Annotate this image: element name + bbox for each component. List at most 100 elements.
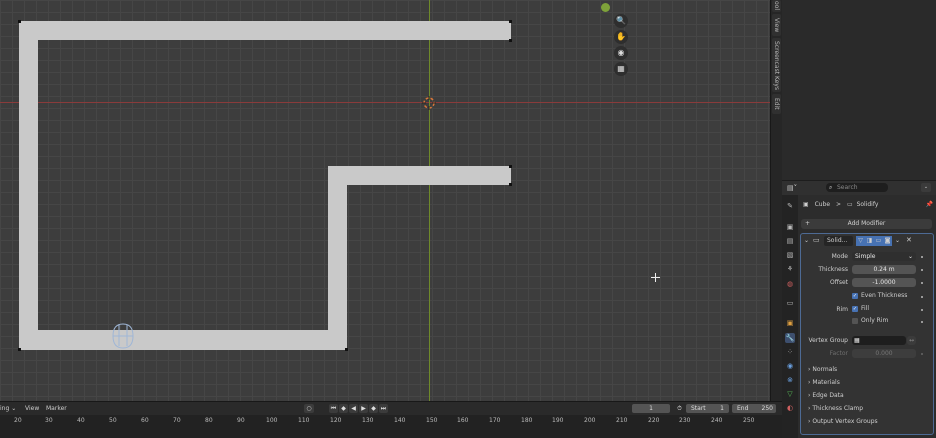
mesh-top-bar[interactable] [19, 21, 511, 40]
panel-normals[interactable]: › Normals [808, 366, 837, 373]
vertex[interactable] [18, 20, 21, 23]
on-cage-icon[interactable]: ▽ [856, 236, 865, 246]
next-keyframe-button[interactable]: ◆ [369, 404, 378, 413]
keyframe-dot[interactable] [921, 321, 923, 323]
mesh-inner-vertical-bar[interactable] [328, 166, 347, 350]
close-icon[interactable]: ✕ [906, 236, 912, 244]
editor-type-icon[interactable]: ▤˅ [787, 184, 797, 192]
vertex[interactable] [509, 20, 512, 23]
3d-cursor[interactable] [422, 96, 436, 110]
add-modifier-button[interactable]: + Add Modifier [801, 219, 932, 229]
frame-tick: 230 [679, 417, 691, 424]
solidify-icon: ▭ [813, 236, 820, 244]
stopwatch-icon[interactable]: ⏱ [675, 404, 684, 413]
tab-screencast-keys[interactable]: Screencast Keys [772, 38, 781, 92]
particles-tab-icon[interactable]: ⁘ [785, 347, 795, 357]
panel-edge-data[interactable]: › Edge Data [808, 392, 844, 399]
vertex[interactable] [345, 348, 348, 351]
playback-menu[interactable]: ing ⌄ [0, 405, 16, 412]
modifier-name-input[interactable]: Solid... [824, 236, 853, 246]
header-dropdown-button[interactable]: ⌄ [921, 183, 931, 192]
material-tab-icon[interactable]: ◐ [785, 403, 795, 413]
record-button[interactable]: ○ [304, 404, 314, 413]
zoom-icon[interactable]: 🔍 [614, 14, 628, 28]
thickness-field[interactable]: 0.24 m [852, 265, 916, 274]
panel-thickness-clamp[interactable]: › Thickness Clamp [808, 405, 863, 412]
object-tab-icon[interactable]: ▣ [785, 318, 795, 328]
edit-mode-icon[interactable]: ◨ [865, 236, 874, 246]
collapse-chevron-icon[interactable]: ⌄ [804, 237, 809, 244]
view-layer-tab-icon[interactable]: ▧ [785, 250, 795, 260]
tab-edit[interactable]: Edit [772, 94, 781, 114]
play-button[interactable]: ▶ [359, 404, 368, 413]
start-value: 1 [720, 405, 724, 412]
view-menu[interactable]: View [25, 405, 39, 412]
offset-field[interactable]: -1.0000 [852, 278, 916, 287]
start-label: Start [691, 405, 706, 412]
factor-field[interactable]: 0.000 [852, 349, 916, 358]
factor-label: Factor [829, 350, 848, 357]
prev-keyframe-button[interactable]: ◆ [339, 404, 348, 413]
tab-view[interactable]: View [772, 14, 781, 36]
rim-fill-checkbox[interactable]: ✓ [852, 306, 858, 312]
mesh-inner-horizontal-bar[interactable] [328, 166, 511, 185]
vertex-group-field[interactable]: ▦ [852, 336, 906, 345]
keyframe-dot[interactable] [921, 353, 923, 355]
keyframe-dot[interactable] [921, 282, 923, 284]
vertex[interactable] [18, 348, 21, 351]
mode-select[interactable]: Simple ⌄ [852, 252, 916, 261]
output-tab-icon[interactable]: ▤ [785, 236, 795, 246]
mesh-bottom-bar[interactable] [19, 330, 347, 350]
frame-tick: 160 [457, 417, 469, 424]
mesh-left-bar[interactable] [19, 21, 38, 350]
timeline-ruler[interactable]: 20 30 40 50 60 70 80 90 100 110 120 130 … [0, 415, 782, 438]
render-icon[interactable]: ◙ [883, 236, 892, 246]
data-tab-icon[interactable]: ▽ [785, 389, 795, 399]
3d-viewport[interactable]: 🔍 ✋ ◉ ▦ [0, 0, 770, 401]
keyframe-dot[interactable] [921, 269, 923, 271]
end-frame-field[interactable]: End 250 [732, 404, 776, 413]
pin-icon[interactable]: 📌 [926, 200, 933, 210]
vertex[interactable] [509, 183, 512, 186]
collection-tab-icon[interactable]: ▭ [785, 298, 795, 308]
dropdown-chevron-icon[interactable]: ⌄ [895, 237, 900, 244]
vertex[interactable] [509, 165, 512, 168]
world-tab-icon[interactable]: ◍ [785, 279, 795, 289]
current-frame-field[interactable]: 1 [632, 404, 670, 413]
outliner-area[interactable] [782, 0, 936, 180]
only-rim-checkbox[interactable] [852, 318, 858, 324]
panel-materials[interactable]: › Materials [808, 379, 840, 386]
breadcrumb-separator: > [836, 201, 842, 208]
grid-ortho-icon[interactable]: ▦ [614, 62, 628, 76]
even-thickness-checkbox[interactable]: ✓ [852, 293, 858, 299]
invert-vertex-group-button[interactable]: ↔ [907, 336, 916, 345]
camera-object-icon[interactable] [111, 322, 135, 352]
panel-output-vertex-groups[interactable]: › Output Vertex Groups [808, 418, 878, 425]
modifier-tab-icon[interactable]: 🔧 [785, 333, 795, 343]
y-axis-gizmo-dot[interactable] [601, 3, 610, 12]
constraints-tab-icon[interactable]: ⊗ [785, 375, 795, 385]
tab-tool[interactable]: ool [772, 0, 781, 12]
mode-label: Mode [831, 253, 848, 260]
keyframe-dot[interactable] [921, 309, 923, 311]
scene-tab-icon[interactable]: ⚘ [785, 264, 795, 274]
start-frame-field[interactable]: Start 1 [686, 404, 729, 413]
modifier-header: ⌄ ▭ Solid... ▽ ◨ ▭ ◙ ⌄ ✕ [803, 236, 929, 247]
frame-tick: 100 [266, 417, 278, 424]
marker-menu[interactable]: Marker [46, 405, 67, 412]
jump-start-button[interactable]: ⏮ [329, 404, 338, 413]
modifier-icon: ▭ [846, 201, 853, 208]
hand-pan-icon[interactable]: ✋ [614, 30, 628, 44]
keyframe-dot[interactable] [921, 256, 923, 258]
tool-tab-icon[interactable]: ✎ [785, 201, 795, 211]
physics-tab-icon[interactable]: ◉ [785, 361, 795, 371]
rim-label: Rim [836, 306, 848, 313]
render-tab-icon[interactable]: ▣ [785, 222, 795, 232]
viewport-display-icon[interactable]: ▭ [874, 236, 883, 246]
vertex[interactable] [509, 39, 512, 42]
keyframe-dot[interactable] [921, 296, 923, 298]
play-reverse-button[interactable]: ◀ [349, 404, 358, 413]
camera-icon[interactable]: ◉ [614, 46, 628, 60]
jump-end-button[interactable]: ⏭ [379, 404, 388, 413]
search-input[interactable]: ⌕ Search [826, 183, 888, 192]
